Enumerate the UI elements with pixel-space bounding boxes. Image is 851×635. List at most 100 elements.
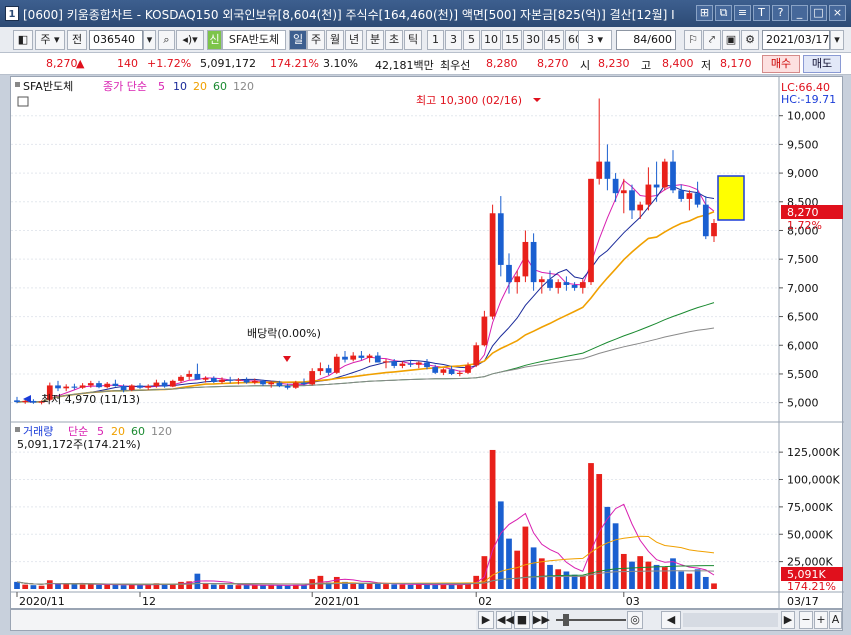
tab-minute[interactable]: 분 bbox=[366, 30, 384, 50]
ma20-legend[interactable]: 20 bbox=[193, 80, 207, 93]
candle-body bbox=[219, 379, 225, 382]
window-number-badge: 1 bbox=[5, 6, 19, 21]
sound-icon[interactable]: ◂)▾ bbox=[176, 30, 204, 50]
minute-10-button[interactable]: 10 bbox=[481, 30, 501, 50]
zoom-reset-icon[interactable]: ◎ bbox=[627, 611, 643, 629]
best-bid-2: 8,270 bbox=[537, 57, 569, 70]
trend-icon[interactable]: ⤤ bbox=[703, 30, 721, 50]
volume-bar bbox=[276, 585, 283, 589]
help-icon[interactable]: ? bbox=[772, 5, 789, 21]
link-icon[interactable]: ⊞ bbox=[696, 5, 713, 21]
x-axis-right-label: 03/17 bbox=[787, 595, 819, 608]
candle-body bbox=[506, 264, 512, 283]
tab-week[interactable]: 주 bbox=[307, 30, 325, 50]
zoom-in-icon[interactable]: + bbox=[814, 611, 828, 629]
grid-toggle-icon[interactable] bbox=[17, 96, 29, 107]
layout-icon[interactable]: ◧ bbox=[13, 30, 33, 50]
candle-body bbox=[104, 383, 111, 388]
tab-day[interactable]: 일 bbox=[289, 30, 307, 50]
chart-svg[interactable]: SFA반도체 종가 단순 5 10 20 60 120 LC:66.40 HC:… bbox=[11, 77, 844, 610]
volume-legend-name[interactable]: 거래량 bbox=[23, 425, 53, 438]
chart-area[interactable]: SFA반도체 종가 단순 5 10 20 60 120 LC:66.40 HC:… bbox=[10, 76, 844, 610]
candle-body bbox=[112, 383, 119, 387]
volume-bar bbox=[506, 538, 512, 589]
close-icon[interactable]: × bbox=[829, 5, 846, 21]
page-count-field[interactable]: 84/600 bbox=[616, 30, 676, 50]
volume-bar bbox=[448, 584, 455, 589]
tab-year[interactable]: 년 bbox=[345, 30, 363, 50]
ma10-legend[interactable]: 10 bbox=[173, 80, 187, 93]
minute-45-button[interactable]: 45 bbox=[544, 30, 564, 50]
volume-bar bbox=[30, 585, 37, 589]
stop-icon[interactable]: ■ bbox=[514, 611, 530, 629]
minute-15-button[interactable]: 15 bbox=[502, 30, 522, 50]
ma5-line bbox=[16, 179, 715, 403]
minute-30-button[interactable]: 30 bbox=[523, 30, 543, 50]
up-arrow-icon: ▲ bbox=[76, 57, 85, 70]
text-icon[interactable]: T bbox=[753, 5, 770, 21]
rewind-icon[interactable]: ◀◀ bbox=[496, 611, 514, 629]
price-legend-ma-label[interactable]: 종가 단순 bbox=[103, 80, 147, 93]
volume-bar bbox=[497, 501, 504, 589]
ma5-legend[interactable]: 5 bbox=[158, 80, 165, 93]
stock-code-dropdown-icon[interactable]: ▾ bbox=[143, 30, 156, 50]
ma120-legend[interactable]: 120 bbox=[233, 80, 254, 93]
text-tool-icon[interactable]: A bbox=[829, 611, 842, 629]
candle-body bbox=[424, 362, 430, 368]
custom-period-select[interactable]: 3 ▾ bbox=[578, 30, 612, 50]
buy-button[interactable]: 매수 bbox=[762, 55, 800, 73]
scroll-left-icon[interactable]: ◀ bbox=[661, 611, 681, 629]
tab-second[interactable]: 초 bbox=[385, 30, 403, 50]
minimize-icon[interactable]: _ bbox=[791, 5, 808, 21]
vol-ma120-legend[interactable]: 120 bbox=[151, 425, 172, 438]
zoom-slider-handle[interactable] bbox=[563, 614, 569, 626]
price-legend-name[interactable]: SFA반도체 bbox=[23, 80, 73, 93]
x-axis-label: 2021/01 bbox=[314, 595, 360, 608]
candle-body bbox=[63, 386, 70, 389]
candle-body bbox=[350, 355, 357, 360]
volume-bar bbox=[38, 585, 45, 589]
vol-ma5-legend[interactable]: 5 bbox=[97, 425, 104, 438]
period-unit-select[interactable]: 주 ▾ bbox=[35, 30, 65, 50]
high-price: 8,400 bbox=[662, 57, 694, 70]
date-picker-icon[interactable]: ▾ bbox=[830, 30, 844, 50]
play-icon[interactable]: ▶ bbox=[478, 611, 494, 629]
stock-code-input[interactable]: 036540 bbox=[89, 30, 143, 50]
candle-body bbox=[55, 385, 61, 389]
price-tick-label: 5,500 bbox=[787, 368, 819, 381]
vol-ma20-legend[interactable]: 20 bbox=[111, 425, 125, 438]
prev-button[interactable]: 전 bbox=[67, 30, 87, 50]
ma60-legend[interactable]: 60 bbox=[213, 80, 227, 93]
gear-icon[interactable]: ⚙ bbox=[741, 30, 759, 50]
share-icon[interactable]: ⧉ bbox=[715, 5, 732, 21]
tab-month[interactable]: 월 bbox=[326, 30, 344, 50]
scroll-right-icon[interactable]: ▶ bbox=[781, 611, 795, 629]
minute-1-button[interactable]: 1 bbox=[427, 30, 444, 50]
search-icon[interactable]: ⌕ bbox=[158, 30, 175, 50]
settings-icon[interactable]: ≡ bbox=[734, 5, 751, 21]
minimap-scroll[interactable] bbox=[683, 613, 778, 627]
volume-bar bbox=[202, 583, 209, 589]
volume-bar bbox=[456, 584, 463, 589]
candle-body bbox=[137, 385, 143, 388]
volume-bar bbox=[161, 584, 168, 589]
highlight-box[interactable] bbox=[717, 175, 745, 221]
save-icon[interactable]: ▣ bbox=[722, 30, 740, 50]
volume-bar bbox=[661, 567, 668, 589]
date-field[interactable]: 2021/03/17 bbox=[762, 30, 830, 50]
vol-ma60-legend[interactable]: 60 bbox=[131, 425, 145, 438]
chart-type-icon[interactable]: ⚐ bbox=[684, 30, 702, 50]
maximize-icon[interactable]: □ bbox=[810, 5, 827, 21]
minute-5-button[interactable]: 5 bbox=[463, 30, 480, 50]
custom-period-value: 3 bbox=[586, 33, 594, 46]
candle-body bbox=[465, 365, 471, 373]
minute-3-button[interactable]: 3 bbox=[445, 30, 462, 50]
turnover: 3.10% bbox=[323, 57, 358, 70]
tab-tick[interactable]: 틱 bbox=[404, 30, 422, 50]
horizontal-scrollbar[interactable] bbox=[11, 610, 476, 630]
volume-legend-ma-label[interactable]: 단순 bbox=[68, 425, 88, 438]
sell-button[interactable]: 매도 bbox=[803, 55, 841, 73]
volume-bar bbox=[391, 584, 398, 589]
forward-icon[interactable]: ▶▶ bbox=[532, 611, 550, 629]
zoom-out-icon[interactable]: − bbox=[799, 611, 813, 629]
